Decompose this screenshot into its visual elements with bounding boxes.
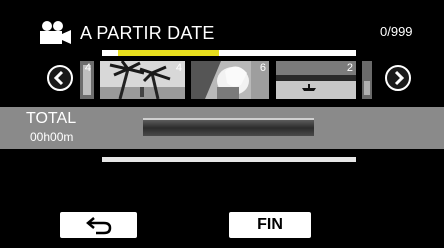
return-arrow-icon xyxy=(85,217,111,235)
chevron-right-circle-icon xyxy=(394,70,405,86)
thumbnail-number: 4 xyxy=(175,62,182,74)
prev-button[interactable] xyxy=(47,65,73,91)
fin-button[interactable]: FIN xyxy=(229,212,311,238)
file-counter: 0/999 xyxy=(380,24,413,39)
thumbnail[interactable]: 6 xyxy=(191,61,269,99)
thumbnail-number: 4 xyxy=(84,62,91,74)
thumbnail[interactable]: 2 xyxy=(276,61,356,99)
timeline-selection xyxy=(118,50,219,56)
chevron-left-circle-icon xyxy=(53,70,64,86)
movie-camera-icon xyxy=(40,21,71,44)
timeline-bottom-bar xyxy=(102,157,356,162)
page-title: A PARTIR DATE xyxy=(80,23,215,43)
thumbnail[interactable] xyxy=(362,61,372,99)
thumbnail[interactable]: 4 xyxy=(80,61,94,99)
thumbnail-number: 6 xyxy=(259,62,266,74)
back-button[interactable] xyxy=(60,212,137,238)
thumbnail-number: 2 xyxy=(346,62,353,74)
total-progress-bar xyxy=(143,118,314,136)
total-time: 00h00m xyxy=(30,130,74,144)
next-button[interactable] xyxy=(385,65,411,91)
total-label: TOTAL xyxy=(26,110,77,127)
thumbnail[interactable]: 4 xyxy=(100,61,185,99)
